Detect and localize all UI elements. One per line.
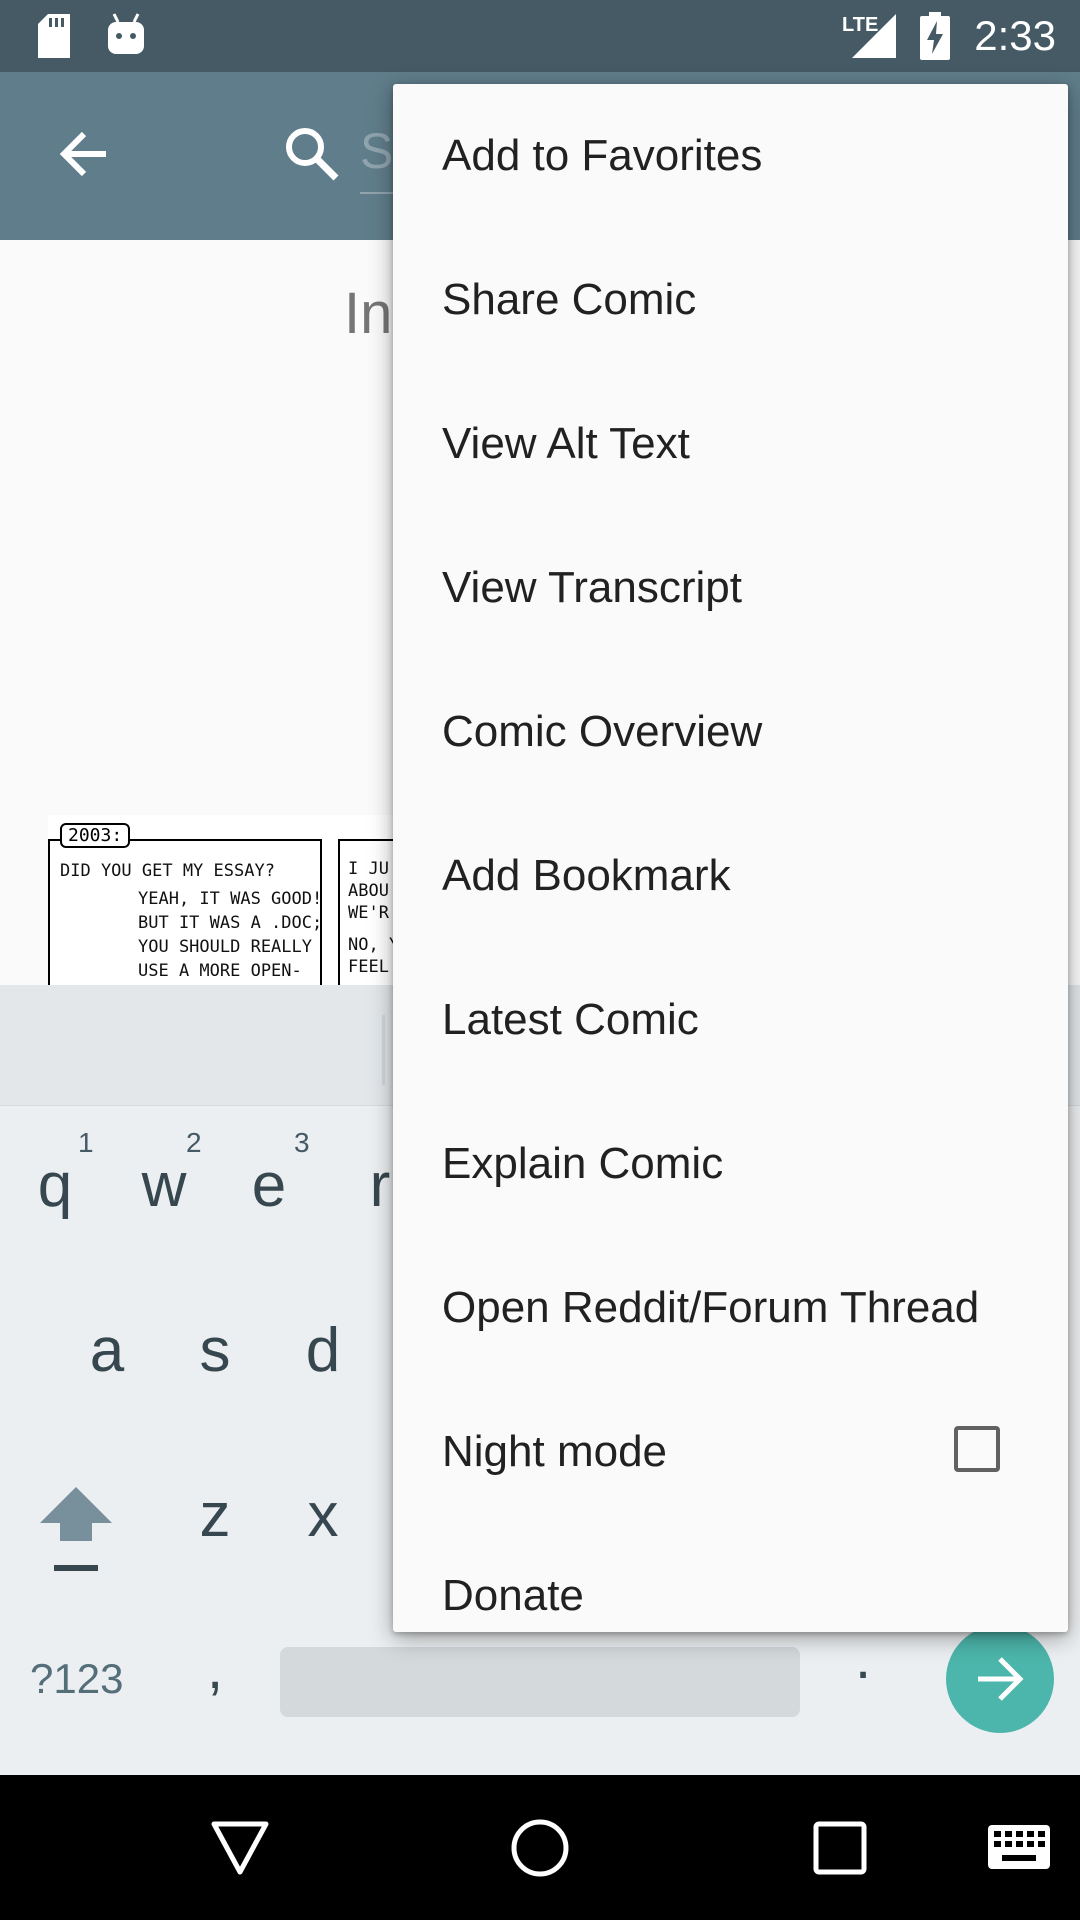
menu-item-night-mode[interactable]: Night mode xyxy=(393,1380,1068,1524)
home-circle-icon[interactable] xyxy=(510,1818,570,1878)
menu-item-label: Add Bookmark xyxy=(442,851,731,900)
comic-line: NO, Y xyxy=(348,935,400,955)
menu-item-label: View Transcript xyxy=(442,563,742,612)
comic-line: I JU xyxy=(348,859,389,879)
menu-item-label: Add to Favorites xyxy=(442,131,763,180)
period-key[interactable]: . xyxy=(848,1625,878,1692)
menu-item-open-reddit-thread[interactable]: Open Reddit/Forum Thread xyxy=(393,1236,1068,1380)
key-q[interactable]: q xyxy=(30,1150,80,1221)
menu-item-label: Comic Overview xyxy=(442,707,763,756)
key-hint-1: 1 xyxy=(78,1127,94,1158)
key-w[interactable]: w xyxy=(134,1150,194,1221)
menu-item-label: View Alt Text xyxy=(442,419,690,468)
suggestion-divider xyxy=(382,1015,385,1085)
night-mode-checkbox[interactable] xyxy=(954,1426,1000,1472)
key-hint-3: 3 xyxy=(294,1127,310,1158)
menu-item-view-alt-text[interactable]: View Alt Text xyxy=(393,372,1068,516)
menu-item-label: Share Comic xyxy=(442,275,697,324)
key-e[interactable]: e xyxy=(244,1150,294,1221)
search-placeholder: S xyxy=(360,123,394,179)
keyboard-icon[interactable] xyxy=(988,1825,1050,1869)
sd-card-icon xyxy=(38,14,70,58)
status-time: 2:33 xyxy=(974,12,1056,59)
back-triangle-icon[interactable] xyxy=(210,1820,270,1876)
comic-image[interactable]: 2003: DID YOU GET MY ESSAY? YEAH, IT WAS… xyxy=(48,815,400,985)
key-z[interactable]: z xyxy=(190,1480,240,1551)
comic-year-label: 2003: xyxy=(60,823,131,848)
menu-item-view-transcript[interactable]: View Transcript xyxy=(393,516,1068,660)
battery-charging-icon xyxy=(920,12,950,60)
menu-item-comic-overview[interactable]: Comic Overview xyxy=(393,660,1068,804)
menu-item-latest-comic[interactable]: Latest Comic xyxy=(393,948,1068,1092)
space-key[interactable] xyxy=(280,1647,800,1717)
menu-item-label: Night mode xyxy=(442,1427,668,1476)
navigation-bar xyxy=(0,1775,1080,1920)
comma-key[interactable]: , xyxy=(200,1635,230,1702)
comic-line: USE A MORE OPEN- xyxy=(138,961,302,981)
arrow-back-icon[interactable] xyxy=(58,128,110,180)
key-s[interactable]: s xyxy=(190,1315,240,1386)
status-bar: LTE 2:33 xyxy=(0,0,1080,72)
menu-item-label: Latest Comic xyxy=(442,995,699,1044)
comic-line: YOU SHOULD REALLY xyxy=(138,937,312,957)
comic-line: ABOU xyxy=(348,881,389,901)
arrow-forward-icon xyxy=(978,1657,1024,1701)
menu-item-add-bookmark[interactable]: Add Bookmark xyxy=(393,804,1068,948)
comic-line: DID YOU GET MY ESSAY? xyxy=(60,861,275,881)
comic-line: FEEL xyxy=(348,957,389,977)
search-icon[interactable] xyxy=(282,124,342,184)
symbols-key[interactable]: ?123 xyxy=(30,1655,123,1703)
key-a[interactable]: a xyxy=(82,1315,132,1386)
comic-line: WE'R xyxy=(348,903,389,923)
comic-line: BUT IT WAS A .DOC; xyxy=(138,913,323,933)
android-icon xyxy=(108,13,144,54)
signal-icon xyxy=(852,14,896,58)
menu-item-label: Open Reddit/Forum Thread xyxy=(442,1283,980,1332)
comic-line: YEAH, IT WAS GOOD! xyxy=(138,889,323,909)
menu-item-label: Donate xyxy=(442,1571,584,1620)
menu-item-share-comic[interactable]: Share Comic xyxy=(393,228,1068,372)
go-key[interactable] xyxy=(946,1625,1054,1733)
menu-item-label: Explain Comic xyxy=(442,1139,724,1188)
key-d[interactable]: d xyxy=(298,1315,348,1386)
menu-item-explain-comic[interactable]: Explain Comic xyxy=(393,1092,1068,1236)
recents-square-icon[interactable] xyxy=(812,1820,868,1876)
shift-icon[interactable] xyxy=(38,1485,114,1575)
comic-title: In xyxy=(344,281,393,346)
overflow-menu: Add to Favorites Share Comic View Alt Te… xyxy=(393,84,1068,1632)
menu-item-donate[interactable]: Donate xyxy=(393,1524,1068,1632)
menu-item-add-to-favorites[interactable]: Add to Favorites xyxy=(393,84,1068,228)
key-x[interactable]: x xyxy=(298,1480,348,1551)
